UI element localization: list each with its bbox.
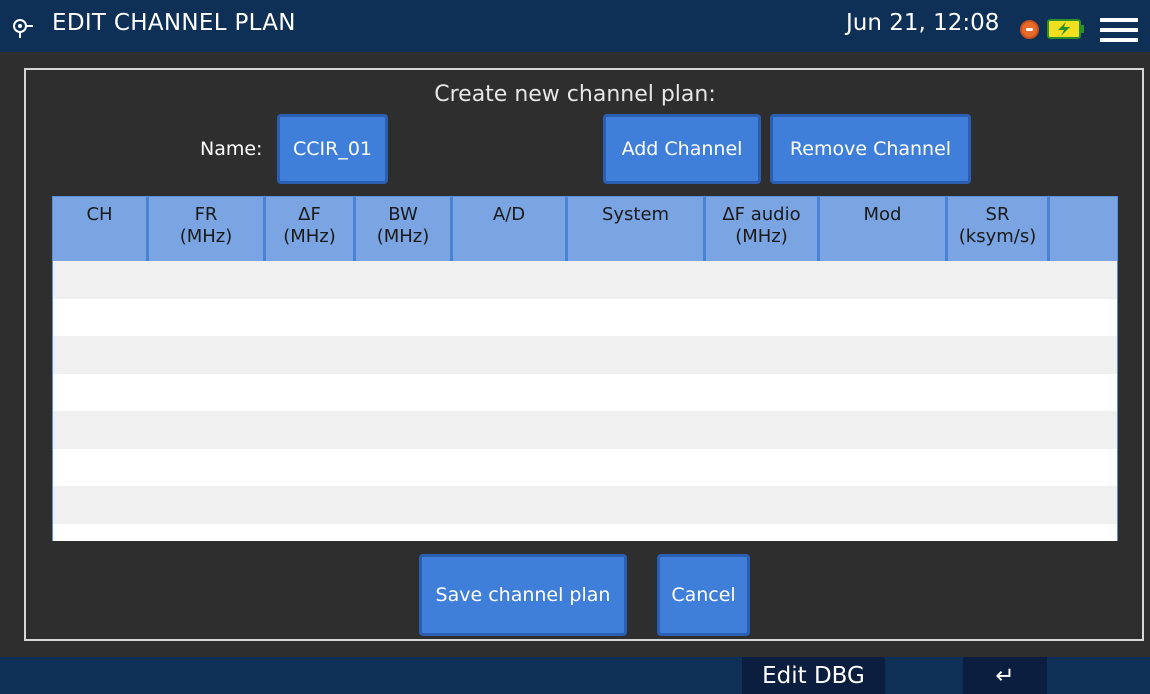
back-softkey[interactable]: ↵	[963, 657, 1047, 694]
column-header-bw[interactable]: BW (MHz)	[356, 197, 453, 261]
edit-dbg-softkey[interactable]: Edit DBG	[742, 657, 885, 694]
table-row[interactable]	[53, 523, 1117, 541]
column-label: ΔF	[298, 204, 321, 225]
channel-table[interactable]: CH FR (MHz) ΔF (MHz) BW (MHz) A/D System…	[52, 196, 1118, 541]
column-label: Mod	[863, 204, 902, 225]
name-field[interactable]: CCIR_01	[277, 114, 388, 184]
table-row[interactable]	[53, 298, 1117, 336]
column-unit: (MHz)	[735, 226, 788, 247]
column-label: BW	[388, 204, 418, 225]
column-header-mod[interactable]: Mod	[820, 197, 948, 261]
battery-charging-icon	[1047, 19, 1084, 39]
column-header-sr[interactable]: SR (ksym/s)	[948, 197, 1050, 261]
table-row[interactable]	[53, 448, 1117, 486]
page-title: EDIT CHANNEL PLAN	[52, 10, 296, 36]
table-row[interactable]	[53, 336, 1117, 374]
table-row[interactable]	[53, 411, 1117, 449]
table-header: CH FR (MHz) ΔF (MHz) BW (MHz) A/D System…	[53, 197, 1117, 261]
table-row[interactable]	[53, 486, 1117, 524]
column-header-fr[interactable]: FR (MHz)	[149, 197, 266, 261]
cancel-button[interactable]: Cancel	[657, 554, 750, 636]
column-header-ch[interactable]: CH	[53, 197, 149, 261]
column-unit: (MHz)	[179, 226, 233, 247]
column-label: FR	[194, 204, 218, 225]
column-header-extra	[1050, 197, 1117, 261]
form-heading: Create new channel plan:	[434, 82, 716, 107]
name-label: Name:	[200, 138, 263, 160]
record-icon[interactable]	[1020, 20, 1039, 39]
column-label: A/D	[492, 204, 526, 225]
remove-channel-button[interactable]: Remove Channel	[770, 114, 971, 184]
column-unit: (ksym/s)	[958, 226, 1037, 247]
add-channel-button[interactable]: Add Channel	[603, 114, 761, 184]
column-label: CH	[86, 204, 113, 225]
column-header-system[interactable]: System	[568, 197, 706, 261]
title-bar: EDIT CHANNEL PLAN Jun 21, 12:08	[0, 0, 1150, 52]
column-unit: (MHz)	[283, 226, 336, 247]
column-header-delta-f-audio[interactable]: ΔF audio (MHz)	[706, 197, 820, 261]
column-label: SR	[985, 204, 1010, 225]
antenna-icon	[13, 19, 33, 38]
column-label: System	[601, 204, 670, 225]
column-label: ΔF audio	[722, 204, 801, 225]
menu-icon[interactable]	[1098, 17, 1140, 43]
date-time: Jun 21, 12:08	[846, 10, 1000, 36]
column-header-ad[interactable]: A/D	[453, 197, 568, 261]
column-header-delta-f[interactable]: ΔF (MHz)	[266, 197, 356, 261]
save-channel-plan-button[interactable]: Save channel plan	[419, 554, 627, 636]
column-unit: (MHz)	[376, 226, 430, 247]
table-row[interactable]	[53, 261, 1117, 299]
table-row[interactable]	[53, 373, 1117, 411]
